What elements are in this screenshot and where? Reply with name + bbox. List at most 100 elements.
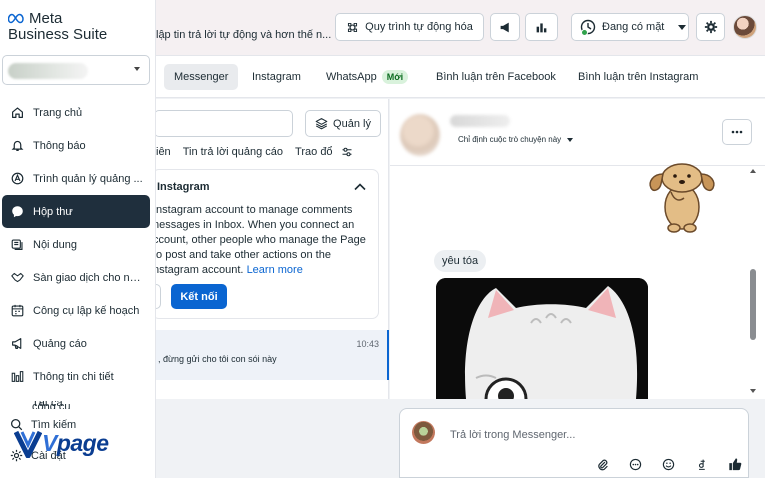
cat-image-message[interactable] bbox=[436, 278, 648, 399]
chat-icon bbox=[10, 205, 24, 219]
tab-facebook-comments[interactable]: Bình luận trên Facebook bbox=[436, 64, 556, 90]
more-dots-icon bbox=[731, 130, 743, 134]
message-bubble[interactable]: yêu tóa bbox=[434, 250, 487, 272]
connect-button[interactable]: Kết nối bbox=[171, 284, 227, 309]
sidebar-item-ads-manager[interactable]: Trình quản lý quảng ... bbox=[2, 162, 150, 195]
insights-icon bbox=[10, 370, 24, 384]
profile-avatar[interactable] bbox=[733, 15, 757, 39]
automation-button[interactable]: Quy trình tự động hóa bbox=[335, 13, 484, 41]
online-status-dot bbox=[581, 29, 588, 36]
sidebar-item-marketplace[interactable]: Sàn giao dịch cho ng... bbox=[2, 261, 150, 294]
presence-status-dropdown[interactable]: Đang có mặt bbox=[571, 13, 689, 41]
smile-icon bbox=[662, 458, 675, 470]
tab-instagram-comments[interactable]: Bình luận trên Instagram bbox=[578, 64, 698, 90]
sidebar-item-label: Quảng cáo bbox=[33, 337, 87, 350]
sidebar-item-home[interactable]: Trang chủ bbox=[2, 96, 150, 129]
contact-name-blurred[interactable] bbox=[450, 115, 510, 127]
account-selector[interactable] bbox=[2, 55, 150, 85]
learn-more-link[interactable]: Learn more bbox=[247, 264, 303, 276]
insights-button[interactable] bbox=[525, 13, 558, 41]
sidebar-item-label: Trang chủ bbox=[33, 106, 83, 119]
payment-button[interactable] bbox=[685, 455, 718, 473]
conversation-search-input[interactable] bbox=[154, 110, 293, 137]
more-options-button[interactable] bbox=[722, 119, 752, 145]
cat-illustration bbox=[436, 278, 648, 399]
chat-scrollbar[interactable] bbox=[749, 167, 758, 399]
scroll-down-arrow[interactable] bbox=[750, 389, 756, 393]
sidebar-item-all-tools-clipped[interactable]: Tất cả công cụ bbox=[32, 401, 82, 409]
sidebar-item-inbox[interactable]: Hộp thư bbox=[2, 195, 150, 228]
saved-replies-button[interactable] bbox=[619, 455, 652, 473]
chevron-up-icon[interactable] bbox=[354, 182, 366, 191]
settings-button[interactable] bbox=[696, 13, 725, 41]
handshake-icon bbox=[10, 271, 24, 285]
conversation-row-selected[interactable]: 10:43 , đừng gửi cho tôi con sói này bbox=[156, 330, 389, 380]
tab-messenger[interactable]: Messenger bbox=[164, 64, 239, 90]
brand-line2: Business Suite bbox=[8, 26, 108, 43]
chat-dots-icon bbox=[629, 458, 642, 470]
assign-conversation[interactable]: Chỉ định cuộc trò chuyện này bbox=[458, 135, 574, 144]
sidebar-item-label: Nội dung bbox=[33, 238, 78, 251]
sidebar-item-insights[interactable]: Thông tin chi tiết bbox=[2, 360, 150, 393]
emoji-button[interactable] bbox=[652, 455, 685, 473]
new-badge: Mới bbox=[381, 70, 409, 84]
attach-button[interactable] bbox=[586, 455, 619, 473]
scroll-up-arrow[interactable] bbox=[750, 169, 756, 173]
brand-line1: Meta bbox=[29, 10, 63, 27]
presence-label: Đang có mặt bbox=[602, 21, 665, 33]
paperclip-icon bbox=[598, 459, 608, 470]
chevron-down-icon bbox=[678, 24, 687, 30]
sidebar-item-content[interactable]: Nội dung bbox=[2, 228, 150, 261]
composer-toolbar bbox=[586, 455, 751, 473]
card-description: Instagram account to manage comments nes… bbox=[153, 204, 366, 276]
bell-icon bbox=[10, 139, 24, 153]
home-icon bbox=[10, 106, 24, 120]
filter-chip-ad-replies[interactable]: Tin trả lời quảng cáo bbox=[183, 146, 283, 158]
meta-business-suite-logo[interactable]: Meta Business Suite bbox=[8, 10, 107, 43]
scroll-thumb[interactable] bbox=[750, 269, 756, 340]
filter-chip-exchange[interactable]: Trao đổ bbox=[295, 146, 333, 158]
sidebar-item-label: Hộp thư bbox=[33, 205, 73, 218]
promo-banner-text[interactable]: lập tin trả lời tự động và hơn thế n... bbox=[156, 29, 331, 41]
sidebar-item-label: Thông tin chi tiết bbox=[33, 370, 114, 383]
tab-whatsapp[interactable]: WhatsApp Mới bbox=[326, 64, 409, 90]
manage-label: Quản lý bbox=[333, 117, 371, 130]
inbox-channel-tabs: Messenger Instagram WhatsApp Mới Bình luậ… bbox=[156, 56, 765, 98]
filter-chips: iên Tin trả lời quảng cáo Trao đổ bbox=[156, 144, 353, 160]
conversation-time: 10:43 bbox=[356, 339, 379, 349]
message-composer: Trả lời trong Messenger... bbox=[399, 408, 749, 478]
reply-input[interactable]: Trả lời trong Messenger... bbox=[450, 429, 575, 441]
clock-status-icon bbox=[580, 19, 596, 36]
contact-avatar-blurred[interactable] bbox=[400, 114, 440, 156]
announcements-button[interactable] bbox=[490, 13, 520, 41]
conversation-list-panel: Quản lý iên Tin trả lời quảng cáo Trao đ… bbox=[149, 99, 389, 399]
manage-button[interactable]: Quản lý bbox=[305, 110, 381, 137]
filter-chip-clipped[interactable]: iên bbox=[156, 146, 171, 158]
tab-instagram[interactable]: Instagram bbox=[252, 64, 301, 90]
ads-manager-icon bbox=[10, 172, 24, 186]
automation-label: Quy trình tự động hóa bbox=[365, 21, 473, 33]
gear-icon bbox=[704, 20, 717, 34]
sidebar-item-notifications[interactable]: Thông báo bbox=[2, 129, 150, 162]
conversation-preview: , đừng gửi cho tôi con sói này bbox=[158, 354, 277, 364]
meta-infinity-icon bbox=[8, 13, 24, 24]
account-name-blurred bbox=[8, 63, 88, 79]
layers-icon bbox=[315, 118, 328, 130]
sidebar-item-label: Trình quản lý quảng ... bbox=[33, 172, 143, 185]
like-button[interactable] bbox=[718, 455, 751, 473]
megaphone-icon bbox=[10, 337, 24, 351]
sidebar: Meta Business Suite Trang chủ Thông báo … bbox=[0, 0, 156, 478]
bar-chart-icon bbox=[536, 22, 547, 32]
sidebar-item-planner[interactable]: Công cụ lập kế hoạch bbox=[2, 294, 150, 327]
sidebar-item-ads[interactable]: Quảng cáo bbox=[2, 327, 150, 360]
vpage-logo-icon bbox=[14, 430, 42, 458]
vpage-watermark: Vpage bbox=[14, 428, 109, 458]
sidebar-item-label: Thông báo bbox=[33, 139, 86, 152]
calendar-icon bbox=[10, 304, 24, 318]
thumbs-up-icon bbox=[728, 458, 741, 471]
chat-header: Chỉ định cuộc trò chuyện này bbox=[390, 99, 765, 166]
megaphone-icon bbox=[500, 22, 509, 32]
filter-settings-icon[interactable] bbox=[341, 146, 353, 158]
content-icon bbox=[10, 238, 24, 252]
sidebar-nav: Trang chủ Thông báo Trình quản lý quảng … bbox=[2, 96, 150, 393]
